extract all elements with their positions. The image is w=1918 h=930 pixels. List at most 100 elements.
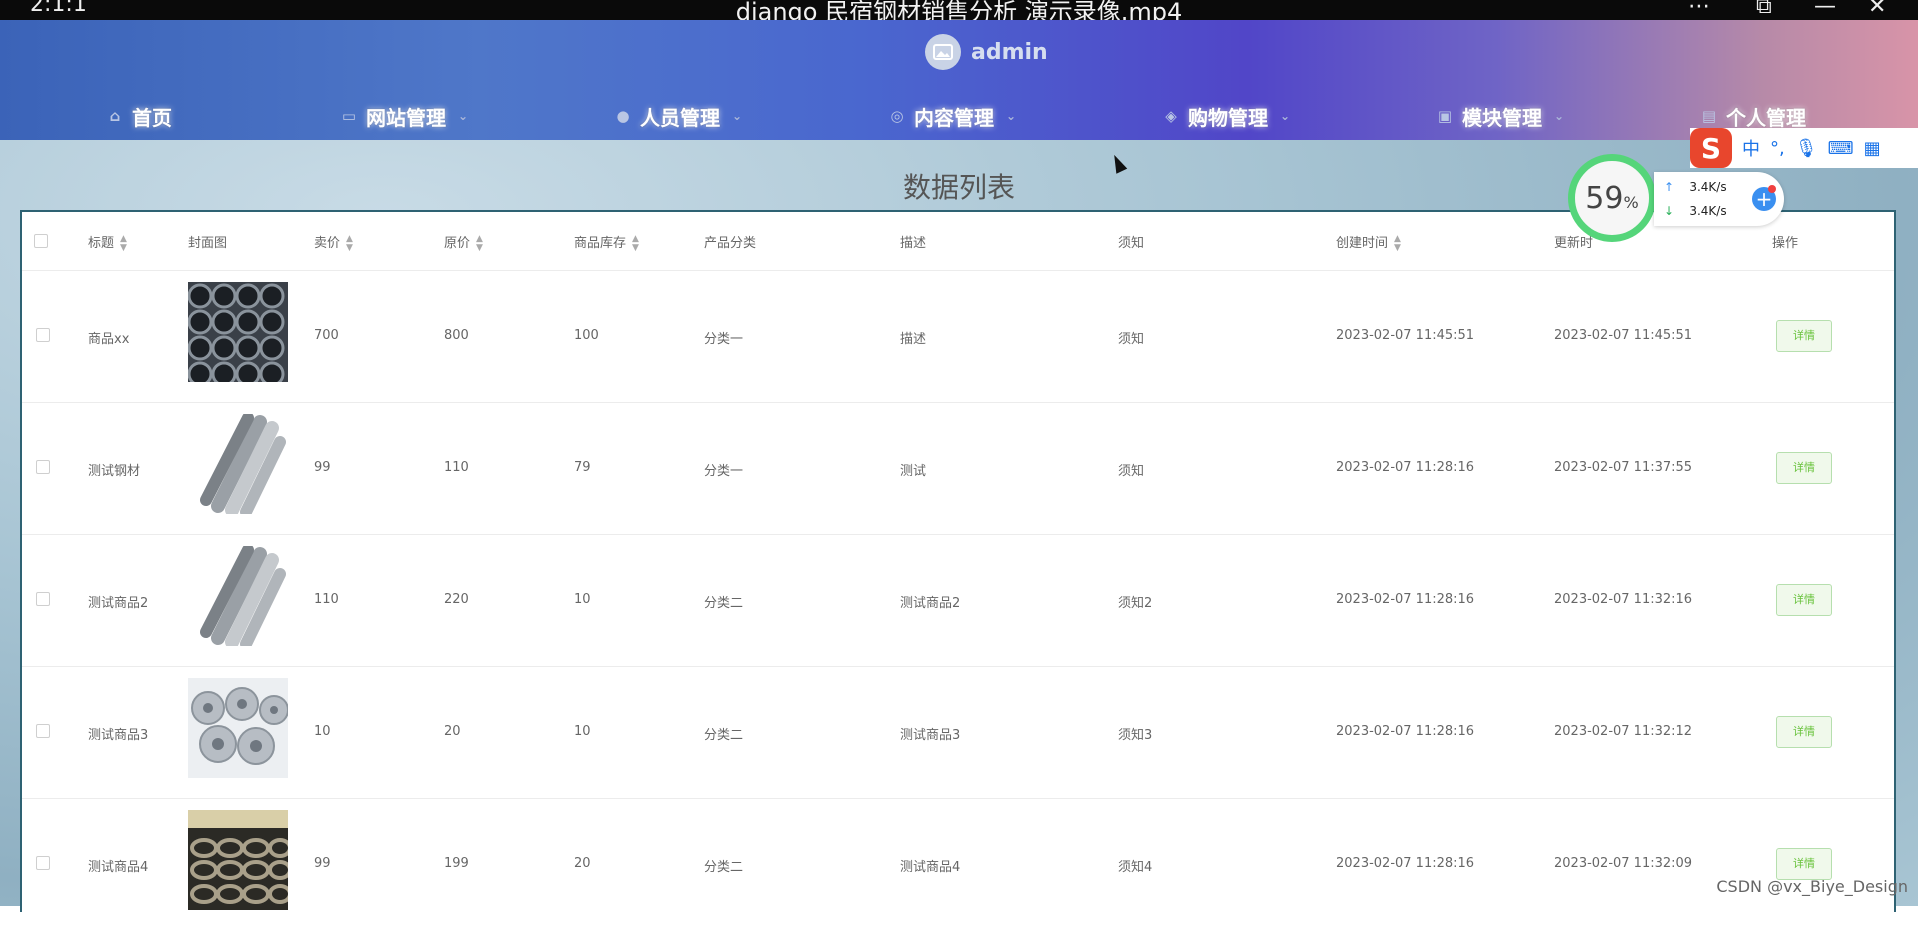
nav-item-home[interactable]: ⌂ 首页 bbox=[106, 94, 172, 138]
updated-cell: 2023-02-07 11:32:12 bbox=[1554, 724, 1693, 739]
user-name: admin bbox=[971, 39, 1048, 65]
notice-cell: 须知4 bbox=[1118, 860, 1153, 875]
column-header[interactable]: 商品库存 ▲ ▼ bbox=[574, 232, 639, 253]
speed-percent-circle: 59% bbox=[1568, 154, 1656, 242]
detail-button[interactable]: 详情 bbox=[1776, 584, 1832, 616]
notification-dot bbox=[1768, 185, 1776, 193]
category-cell: 分类二 bbox=[704, 596, 744, 611]
steel-rings-image bbox=[188, 810, 288, 910]
orig-cell: 220 bbox=[444, 592, 469, 607]
steel-bars-image bbox=[188, 546, 288, 646]
price-cell: 10 bbox=[314, 724, 331, 739]
desc-cell: 描述 bbox=[900, 332, 927, 347]
image-icon bbox=[933, 44, 953, 60]
updated-cell: 2023-02-07 11:37:55 bbox=[1554, 460, 1693, 475]
column-header[interactable]: 创建时间 ▲ ▼ bbox=[1336, 232, 1401, 253]
more-icon[interactable]: ⋯ bbox=[1688, 0, 1710, 19]
created-cell: 2023-02-07 11:28:16 bbox=[1336, 592, 1475, 607]
table-row: 测试商品2 110 220 10 分类二 测试商品2 须知2 2023-02-0… bbox=[22, 534, 1894, 667]
title-cell: 测试商品2 bbox=[88, 596, 149, 611]
updated-cell: 2023-02-07 11:32:09 bbox=[1554, 856, 1693, 871]
sort-icon: ▲ ▼ bbox=[346, 233, 353, 253]
microphone-icon[interactable]: 🎙 bbox=[1795, 138, 1818, 159]
chevron-down-icon: ⌄ bbox=[1006, 109, 1017, 123]
stock-cell: 20 bbox=[574, 856, 591, 871]
select-all-checkbox[interactable] bbox=[34, 234, 48, 248]
updated-cell: 2023-02-07 11:32:16 bbox=[1554, 592, 1693, 607]
user-menu[interactable]: admin bbox=[925, 34, 1048, 70]
row-checkbox[interactable] bbox=[36, 328, 50, 342]
keyboard-icon[interactable]: ⌨ bbox=[1828, 138, 1854, 159]
created-cell: 2023-02-07 11:28:16 bbox=[1336, 856, 1475, 871]
column-header[interactable]: 卖价 ▲ ▼ bbox=[314, 232, 353, 253]
nav-item-content[interactable]: ◎ 内容管理 ⌄ bbox=[888, 94, 1016, 138]
desc-cell: 测试 bbox=[900, 464, 927, 479]
network-speed-widget[interactable]: 59% ↑ 3.4K/s ↓ 3.4K/s + bbox=[1568, 154, 1788, 246]
pip-icon[interactable]: ⧉ bbox=[1756, 0, 1772, 19]
arrow-up-icon: ↑ bbox=[1664, 180, 1675, 194]
notice-cell: 须知 bbox=[1118, 464, 1145, 479]
table-row: 测试商品3 10 20 10 分类二 测试商品3 须知3 2023-02-07 … bbox=[22, 666, 1894, 799]
price-cell: 700 bbox=[314, 328, 339, 343]
created-cell: 2023-02-07 11:28:16 bbox=[1336, 460, 1475, 475]
detail-button[interactable]: 详情 bbox=[1776, 716, 1832, 748]
watermark: CSDN @vx_Biye_Design bbox=[1716, 877, 1908, 896]
column-header: 须知 bbox=[1118, 236, 1145, 251]
orig-cell: 20 bbox=[444, 724, 461, 739]
app-header: admin ⌂ 首页 ▭ 网站管理 ⌄ ● 人员管理 ⌄ ◎ 内容管理 ⌄ ◈ … bbox=[0, 20, 1918, 140]
sort-icon: ▲ ▼ bbox=[1394, 233, 1401, 253]
nav-item-shopping[interactable]: ◈ 购物管理 ⌄ bbox=[1162, 94, 1290, 138]
avatar bbox=[925, 34, 961, 70]
main-nav: ⌂ 首页 ▭ 网站管理 ⌄ ● 人员管理 ⌄ ◎ 内容管理 ⌄ ◈ 购物管理 ⌄… bbox=[0, 94, 1918, 138]
sort-icon: ▲ ▼ bbox=[120, 233, 127, 253]
detail-button[interactable]: 详情 bbox=[1776, 320, 1832, 352]
orig-cell: 800 bbox=[444, 328, 469, 343]
minimize-icon[interactable]: — bbox=[1814, 0, 1836, 19]
title-cell: 测试商品4 bbox=[88, 860, 149, 875]
price-cell: 99 bbox=[314, 460, 331, 475]
stock-cell: 10 bbox=[574, 724, 591, 739]
pipes-image bbox=[188, 282, 288, 382]
close-icon[interactable]: ✕ bbox=[1868, 0, 1886, 19]
nav-item-users[interactable]: ● 人员管理 ⌄ bbox=[614, 94, 742, 138]
title-cell: 商品xx bbox=[88, 332, 130, 347]
sort-icon: ▲ ▼ bbox=[476, 233, 483, 253]
column-header: 描述 bbox=[900, 236, 927, 251]
table-row: 测试钢材 99 110 79 分类一 测试 须知 2023-02-07 11:2… bbox=[22, 402, 1894, 535]
detail-button[interactable]: 详情 bbox=[1776, 452, 1832, 484]
detail-button[interactable]: 详情 bbox=[1776, 848, 1832, 880]
user-icon: ● bbox=[616, 107, 630, 125]
price-cell: 99 bbox=[314, 856, 331, 871]
nav-item-modules[interactable]: ▣ 模块管理 ⌄ bbox=[1436, 94, 1564, 138]
column-header[interactable]: 标题 ▲ ▼ bbox=[88, 232, 127, 253]
price-cell: 110 bbox=[314, 592, 339, 607]
row-checkbox[interactable] bbox=[36, 724, 50, 738]
bag-icon: ◈ bbox=[1165, 107, 1177, 125]
notice-cell: 须知 bbox=[1118, 332, 1145, 347]
speed-panel: ↑ 3.4K/s ↓ 3.4K/s + bbox=[1654, 172, 1784, 226]
arrow-down-icon: ↓ bbox=[1664, 204, 1675, 218]
category-cell: 分类一 bbox=[704, 332, 744, 347]
chevron-down-icon: ⌄ bbox=[732, 109, 743, 123]
title-cell: 测试商品3 bbox=[88, 728, 149, 743]
created-cell: 2023-02-07 11:45:51 bbox=[1336, 328, 1475, 343]
column-header: 封面图 bbox=[188, 236, 228, 251]
row-checkbox[interactable] bbox=[36, 592, 50, 606]
nav-item-site[interactable]: ▭ 网站管理 ⌄ bbox=[340, 94, 468, 138]
title-cell: 测试钢材 bbox=[88, 464, 141, 479]
row-checkbox[interactable] bbox=[36, 460, 50, 474]
stock-cell: 10 bbox=[574, 592, 591, 607]
desc-cell: 测试商品4 bbox=[900, 860, 961, 875]
chevron-down-icon: ⌄ bbox=[458, 109, 469, 123]
row-checkbox[interactable] bbox=[36, 856, 50, 870]
category-cell: 分类二 bbox=[704, 728, 744, 743]
table-row: 测试商品4 99 199 20 分类二 测试商品4 须知4 2023-02-07… bbox=[22, 798, 1894, 930]
category-cell: 分类二 bbox=[704, 860, 744, 875]
sort-icon: ▲ ▼ bbox=[632, 233, 639, 253]
notice-cell: 须知2 bbox=[1118, 596, 1153, 611]
grid-menu-icon[interactable]: ▦ bbox=[1864, 138, 1881, 159]
chevron-down-icon: ⌄ bbox=[1280, 109, 1291, 123]
column-header[interactable]: 原价 ▲ ▼ bbox=[444, 232, 483, 253]
content-area: 数据列表 标题 ▲ ▼ 封面图 卖价 ▲ ▼ 原价 ▲ ▼ 商品库存 ▲ ▼ 产品分类 描述 须… bbox=[0, 140, 1918, 912]
doc-icon: ▤ bbox=[1701, 107, 1717, 125]
